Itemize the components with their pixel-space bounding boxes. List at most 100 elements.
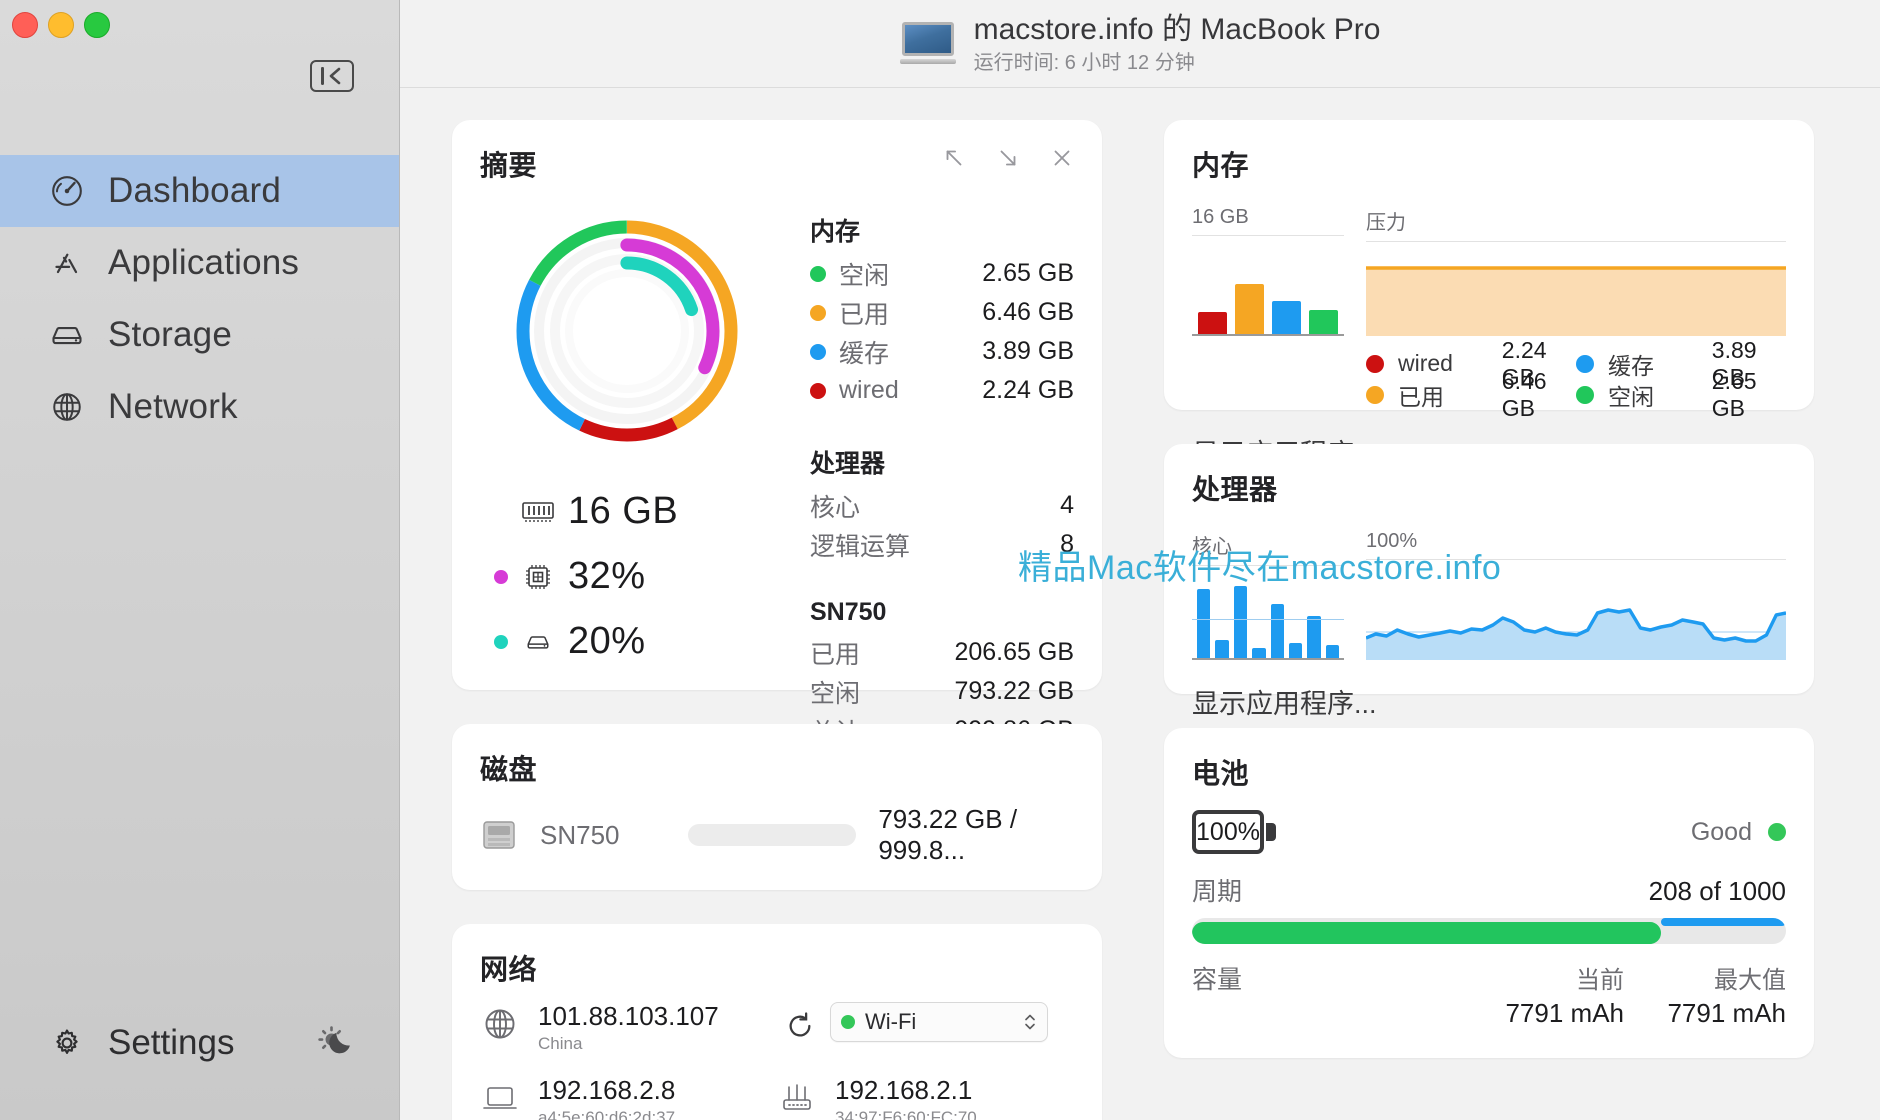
cpu-history-chart <box>1365 580 1787 660</box>
memory-pressure-chart <box>1366 256 1786 336</box>
sidebar: Dashboard Applications Storage Network S… <box>0 0 400 1120</box>
legend-label: 已用 <box>1398 383 1444 410</box>
sidebar-collapse-icon[interactable] <box>310 60 354 92</box>
bar-used <box>1235 284 1264 334</box>
disk-card: 磁盘 SN750 793.22 GB / 999.8... <box>452 724 1102 890</box>
row-label: 已用 <box>839 300 890 329</box>
core-bar <box>1325 645 1339 658</box>
battery-capacity-label: 容量 <box>1192 966 1243 994</box>
close-icon[interactable] <box>1048 144 1076 172</box>
network-card: 网络 101.88.103.107 China Wi-Fi 192.168.2.… <box>452 924 1102 1120</box>
cpu-show-apps-link[interactable]: 显示应用程序... <box>1192 682 1786 721</box>
summary-metric-ram: 16 GB <box>494 490 800 533</box>
main-area: macstore.info 的 MacBook Pro 运行时间: 6 小时 1… <box>400 0 1880 1120</box>
battery-cycles-bar-fill <box>1192 922 1662 944</box>
sidebar-item-applications[interactable]: Applications <box>0 227 399 299</box>
core-bar <box>1197 589 1211 658</box>
battery-capacity-max-value: 7791 mAh <box>1667 998 1786 1028</box>
dashboard-left-column: 摘要 16 GB 32% 20% 内存 空闲 2.65 GB 已用 6.46 G… <box>452 120 1102 1120</box>
legend-dot <box>1576 385 1594 404</box>
summary-disk-row: 空闲 793.22 GB <box>810 672 1074 711</box>
sidebar-item-label: Dashboard <box>108 171 282 210</box>
summary-left: 16 GB 32% 20% <box>480 188 800 750</box>
summary-card: 摘要 16 GB 32% 20% 内存 空闲 2.65 GB 已用 6.46 G… <box>452 120 1102 747</box>
summary-card-tools <box>940 144 1076 172</box>
legend-value: 2.65 GB <box>1711 367 1757 421</box>
summary-disk-heading: SN750 <box>810 598 887 626</box>
battery-card: 电池 100% Good 周期 208 of 1000 容量 当前 最大值 77… <box>1164 728 1814 1058</box>
metric-dot <box>494 505 508 519</box>
battery-health-label: Good <box>1690 817 1752 846</box>
bar-free <box>1309 310 1338 334</box>
legend-dot <box>810 265 826 282</box>
sidebar-item-dashboard[interactable]: Dashboard <box>0 155 399 227</box>
public-ip-cell: 101.88.103.107 China <box>480 1001 780 1054</box>
sidebar-item-storage[interactable]: Storage <box>0 299 399 371</box>
status-badge <box>1768 823 1786 841</box>
disk-name: SN750 <box>540 819 620 850</box>
row-value: 6.46 GB <box>982 298 1074 326</box>
row-value: 793.22 GB <box>954 677 1074 705</box>
cpu-card-title: 处理器 <box>1192 474 1278 505</box>
arrow-up-left-icon[interactable] <box>940 144 968 172</box>
row-label: 已用 <box>810 640 861 669</box>
close-window-button[interactable] <box>12 12 38 38</box>
sidebar-item-settings[interactable]: Settings <box>48 1023 234 1063</box>
legend-item: 空闲 2.65 GB <box>1576 368 1786 421</box>
cpu-cores-label: 核心 <box>1192 530 1344 566</box>
legend-item: 已用 6.46 GB <box>1366 368 1576 421</box>
sun-moon-icon[interactable] <box>313 1021 357 1065</box>
core-bar <box>1233 586 1248 658</box>
row-label: 缓存 <box>839 339 890 368</box>
core-bar <box>1215 640 1229 658</box>
laptop-icon <box>480 1078 520 1118</box>
battery-cycles-bar <box>1192 918 1786 944</box>
legend-dot <box>810 382 826 399</box>
battery-capacity-current-value: 7791 mAh <box>1505 998 1624 1028</box>
bar-cached <box>1272 301 1301 334</box>
battery-capacity-max-head: 最大值 <box>1714 967 1786 994</box>
battery-cycles-label: 周期 <box>1192 878 1243 906</box>
memory-pressure-label: 压力 <box>1366 206 1786 242</box>
disk-icon <box>518 624 558 660</box>
summary-memory-row: 缓存 3.89 GB <box>810 332 1074 371</box>
refresh-icon[interactable] <box>780 1006 820 1046</box>
network-interface-select[interactable]: Wi-Fi <box>830 1002 1048 1042</box>
metric-dot <box>494 569 508 584</box>
core-bar <box>1252 648 1266 658</box>
cpu-icon <box>518 559 558 595</box>
sidebar-item-label: Network <box>108 387 238 426</box>
sidebar-item-network[interactable]: Network <box>0 371 399 443</box>
battery-cycles-value: 208 of 1000 <box>1648 876 1786 906</box>
summary-donut-chart <box>502 206 752 456</box>
summary-metric-disk: 20% <box>494 620 800 663</box>
minimize-window-button[interactable] <box>48 12 74 38</box>
chevron-updown-icon <box>1023 1011 1037 1033</box>
disk-card-title: 磁盘 <box>480 754 538 785</box>
row-label: 空闲 <box>810 679 861 708</box>
sidebar-footer: Settings <box>0 1021 399 1065</box>
battery-nub <box>1266 823 1276 841</box>
router-mac-value: 34:97:F6:60:FC:70 <box>835 1107 977 1120</box>
battery-level-indicator: 100% <box>1192 810 1276 854</box>
router-icon <box>777 1078 817 1118</box>
memory-breakdown-bar-chart <box>1192 256 1344 336</box>
summary-memory-row: wired 2.24 GB <box>810 371 1074 410</box>
settings-label: Settings <box>108 1023 235 1062</box>
summary-cpu-heading: 处理器 <box>810 450 886 478</box>
sidebar-item-label: Storage <box>108 315 232 354</box>
memory-legend: wired 2.24 GB 缓存 3.89 GB 已用 6.46 GB 空闲 2… <box>1366 337 1786 421</box>
disk-row[interactable]: SN750 793.22 GB / 999.8... <box>480 804 1074 866</box>
router-ip-cell: 192.168.2.1 34:97:F6:60:FC:70 <box>777 1075 1074 1120</box>
cpu-card: 处理器 核心 100% 显示应用程序... <box>1164 444 1814 719</box>
maximize-window-button[interactable] <box>84 12 110 38</box>
arrow-down-right-icon[interactable] <box>994 144 1022 172</box>
memory-total-label: 16 GB <box>1192 206 1344 236</box>
sidebar-nav: Dashboard Applications Storage Network <box>0 155 399 443</box>
window-traffic-lights <box>12 12 110 38</box>
legend-label: 空闲 <box>1608 383 1654 410</box>
core-bar <box>1307 616 1321 658</box>
core-bar <box>1288 643 1303 658</box>
summary-metrics: 16 GB 32% 20% <box>494 490 800 663</box>
summary-memory-heading: 内存 <box>810 218 861 246</box>
